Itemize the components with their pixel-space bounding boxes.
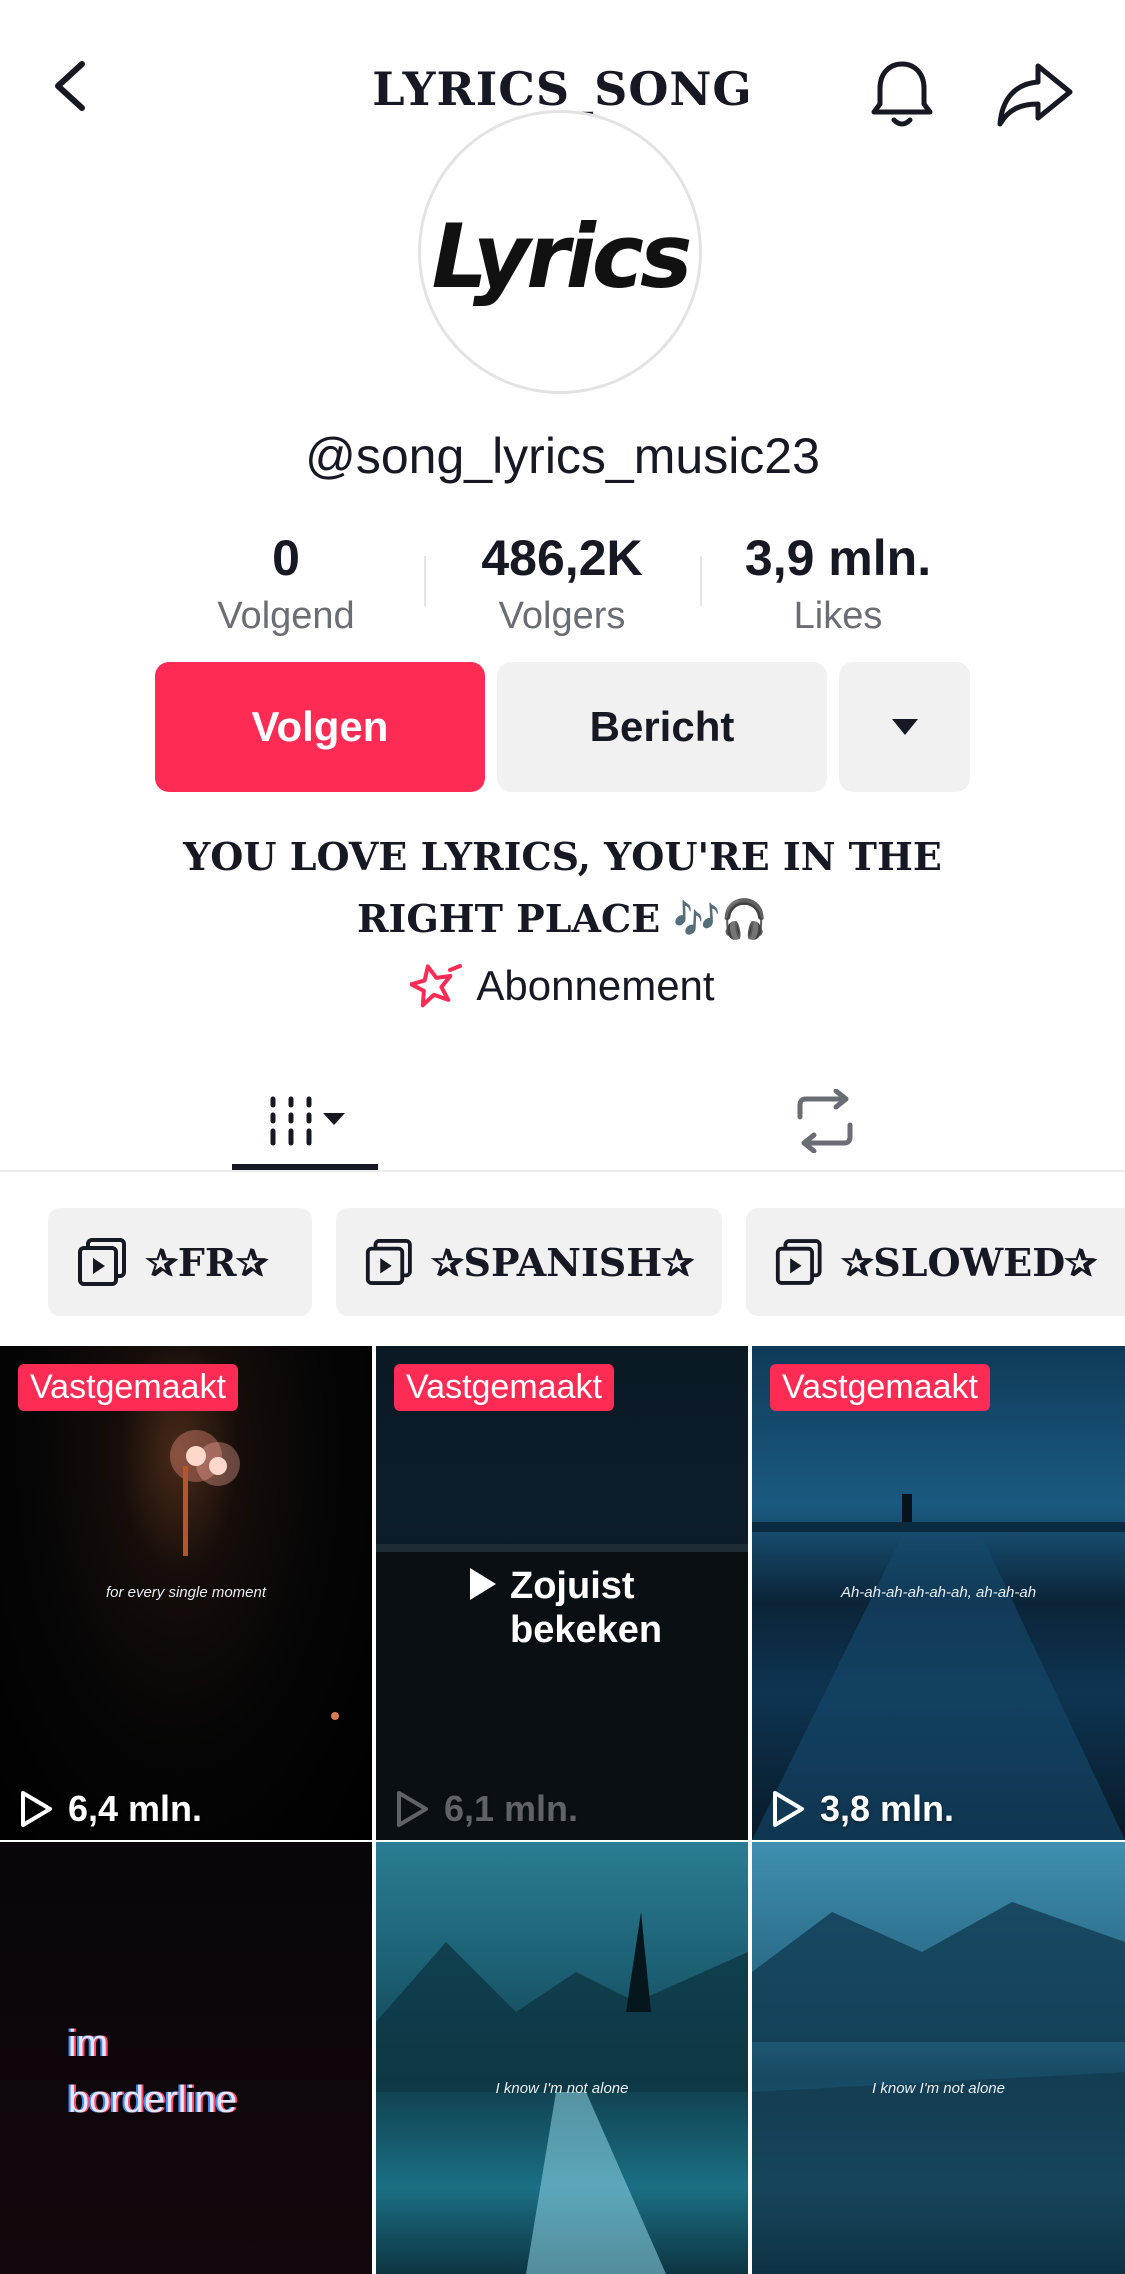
bio-line: RIGHT PLACE 🎶🎧 [356,896,769,941]
caption-line: borderline [68,2079,237,2121]
tab-videos[interactable] [232,1076,378,1166]
pinned-badge: Vastgemaakt [394,1364,614,1411]
follow-button[interactable]: Volgen [155,662,485,792]
bio: YOU LOVE LYRICS, YOU'RE IN THE RIGHT PLA… [0,826,1125,950]
pinned-badge: Vastgemaakt [18,1364,238,1411]
video-caption: I know I'm not alone [872,2080,1005,2097]
video-thumbnail[interactable]: I know I'm not alone [752,1842,1125,2274]
play-icon [470,1568,496,1600]
stat-label: Likes [793,595,883,637]
notification-button[interactable] [862,54,942,134]
caption-line: im [68,2023,109,2065]
avatar-logo-text: Lyrics [431,205,693,308]
playlist-chip-spanish[interactable]: ✰SPANISH✰ [336,1208,722,1316]
video-thumbnail[interactable]: I know I'm not alone [376,1842,748,2274]
stat-followers[interactable]: 486,2K Volgers [432,528,692,644]
view-count-value: 3,8 mln. [820,1788,955,1829]
playlist-label: ✰SLOWED✰ [841,1239,1097,1285]
stat-value: 0 [272,530,300,586]
message-button[interactable]: Bericht [497,662,827,792]
stat-divider [424,556,426,606]
view-count: 6,4 mln. [18,1788,202,1830]
video-caption: I know I'm not alone [495,2080,629,2097]
share-arrow-icon [997,63,1073,127]
playlist-label: ✰SPANISH✰ [431,1239,694,1285]
video-thumbnail[interactable]: Ah-ah-ah-ah-ah-ah, ah-ah-ah Vastgemaakt … [752,1346,1125,1840]
recently-watched-overlay: Zojuist bekeken [466,1564,662,1652]
pinned-badge: Vastgemaakt [770,1364,990,1411]
view-count-value: 6,1 mln. [444,1788,579,1829]
mountain-road-graphic [376,1912,748,2274]
share-button[interactable] [990,54,1080,134]
videos-grid-icon [270,1096,345,1146]
video-thumbnail[interactable]: im borderline [0,1842,372,2274]
playlist-chip-slowed[interactable]: ✰SLOWED✰ [746,1208,1125,1316]
overlay-line: bekeken [510,1609,663,1651]
playlist-icon [365,1239,412,1285]
snowy-field-graphic [752,1902,1125,2274]
play-outline-icon [21,1791,52,1827]
playlist-chip-fr[interactable]: ✰FR✰ [48,1208,312,1316]
playlist-label: ✰FR✰ [146,1239,269,1285]
stat-following[interactable]: 0 Volgend [156,528,416,644]
username: @song_lyrics_music23 [305,428,820,484]
bell-icon [871,61,933,127]
repost-icon [797,1089,853,1153]
video-thumbnail[interactable]: Vastgemaakt Zojuist bekeken 6,1 mln. [376,1346,748,1840]
video-caption: for every single moment [105,1584,267,1601]
tab-reposts[interactable] [775,1076,875,1166]
stat-value: 486,2K [481,530,643,586]
subscription-star-icon [410,964,463,1008]
play-outline-icon [773,1791,804,1827]
view-count: 3,8 mln. [770,1788,954,1830]
stat-value: 3,9 mln. [744,530,932,586]
overlay-line: Zojuist [510,1565,635,1607]
play-outline-icon [397,1791,428,1827]
subscription-link[interactable]: Abonnement [0,962,1125,1010]
playlist-icon [775,1239,822,1285]
video-caption: Ah-ah-ah-ah-ah-ah, ah-ah-ah [840,1584,1037,1601]
stat-likes: 3,9 mln. Likes [708,528,968,644]
playlist-icon [78,1238,126,1286]
caret-down-icon [891,719,918,735]
stat-label: Volgend [217,595,355,637]
video-caption: im borderline [68,2016,237,2128]
video-thumbnail[interactable]: for every single moment Vastgemaakt 6,4 … [0,1346,372,1840]
view-count-value: 6,4 mln. [68,1788,203,1829]
stat-divider [700,556,702,606]
subscription-label: Abonnement [476,962,715,1009]
stat-label: Volgers [498,595,626,637]
more-options-button[interactable] [839,662,970,792]
bio-line: YOU LOVE LYRICS, YOU'RE IN THE [183,834,942,879]
avatar[interactable]: Lyrics [418,110,702,394]
view-count: 6,1 mln. [394,1788,578,1830]
tabs-divider [0,1170,1125,1172]
